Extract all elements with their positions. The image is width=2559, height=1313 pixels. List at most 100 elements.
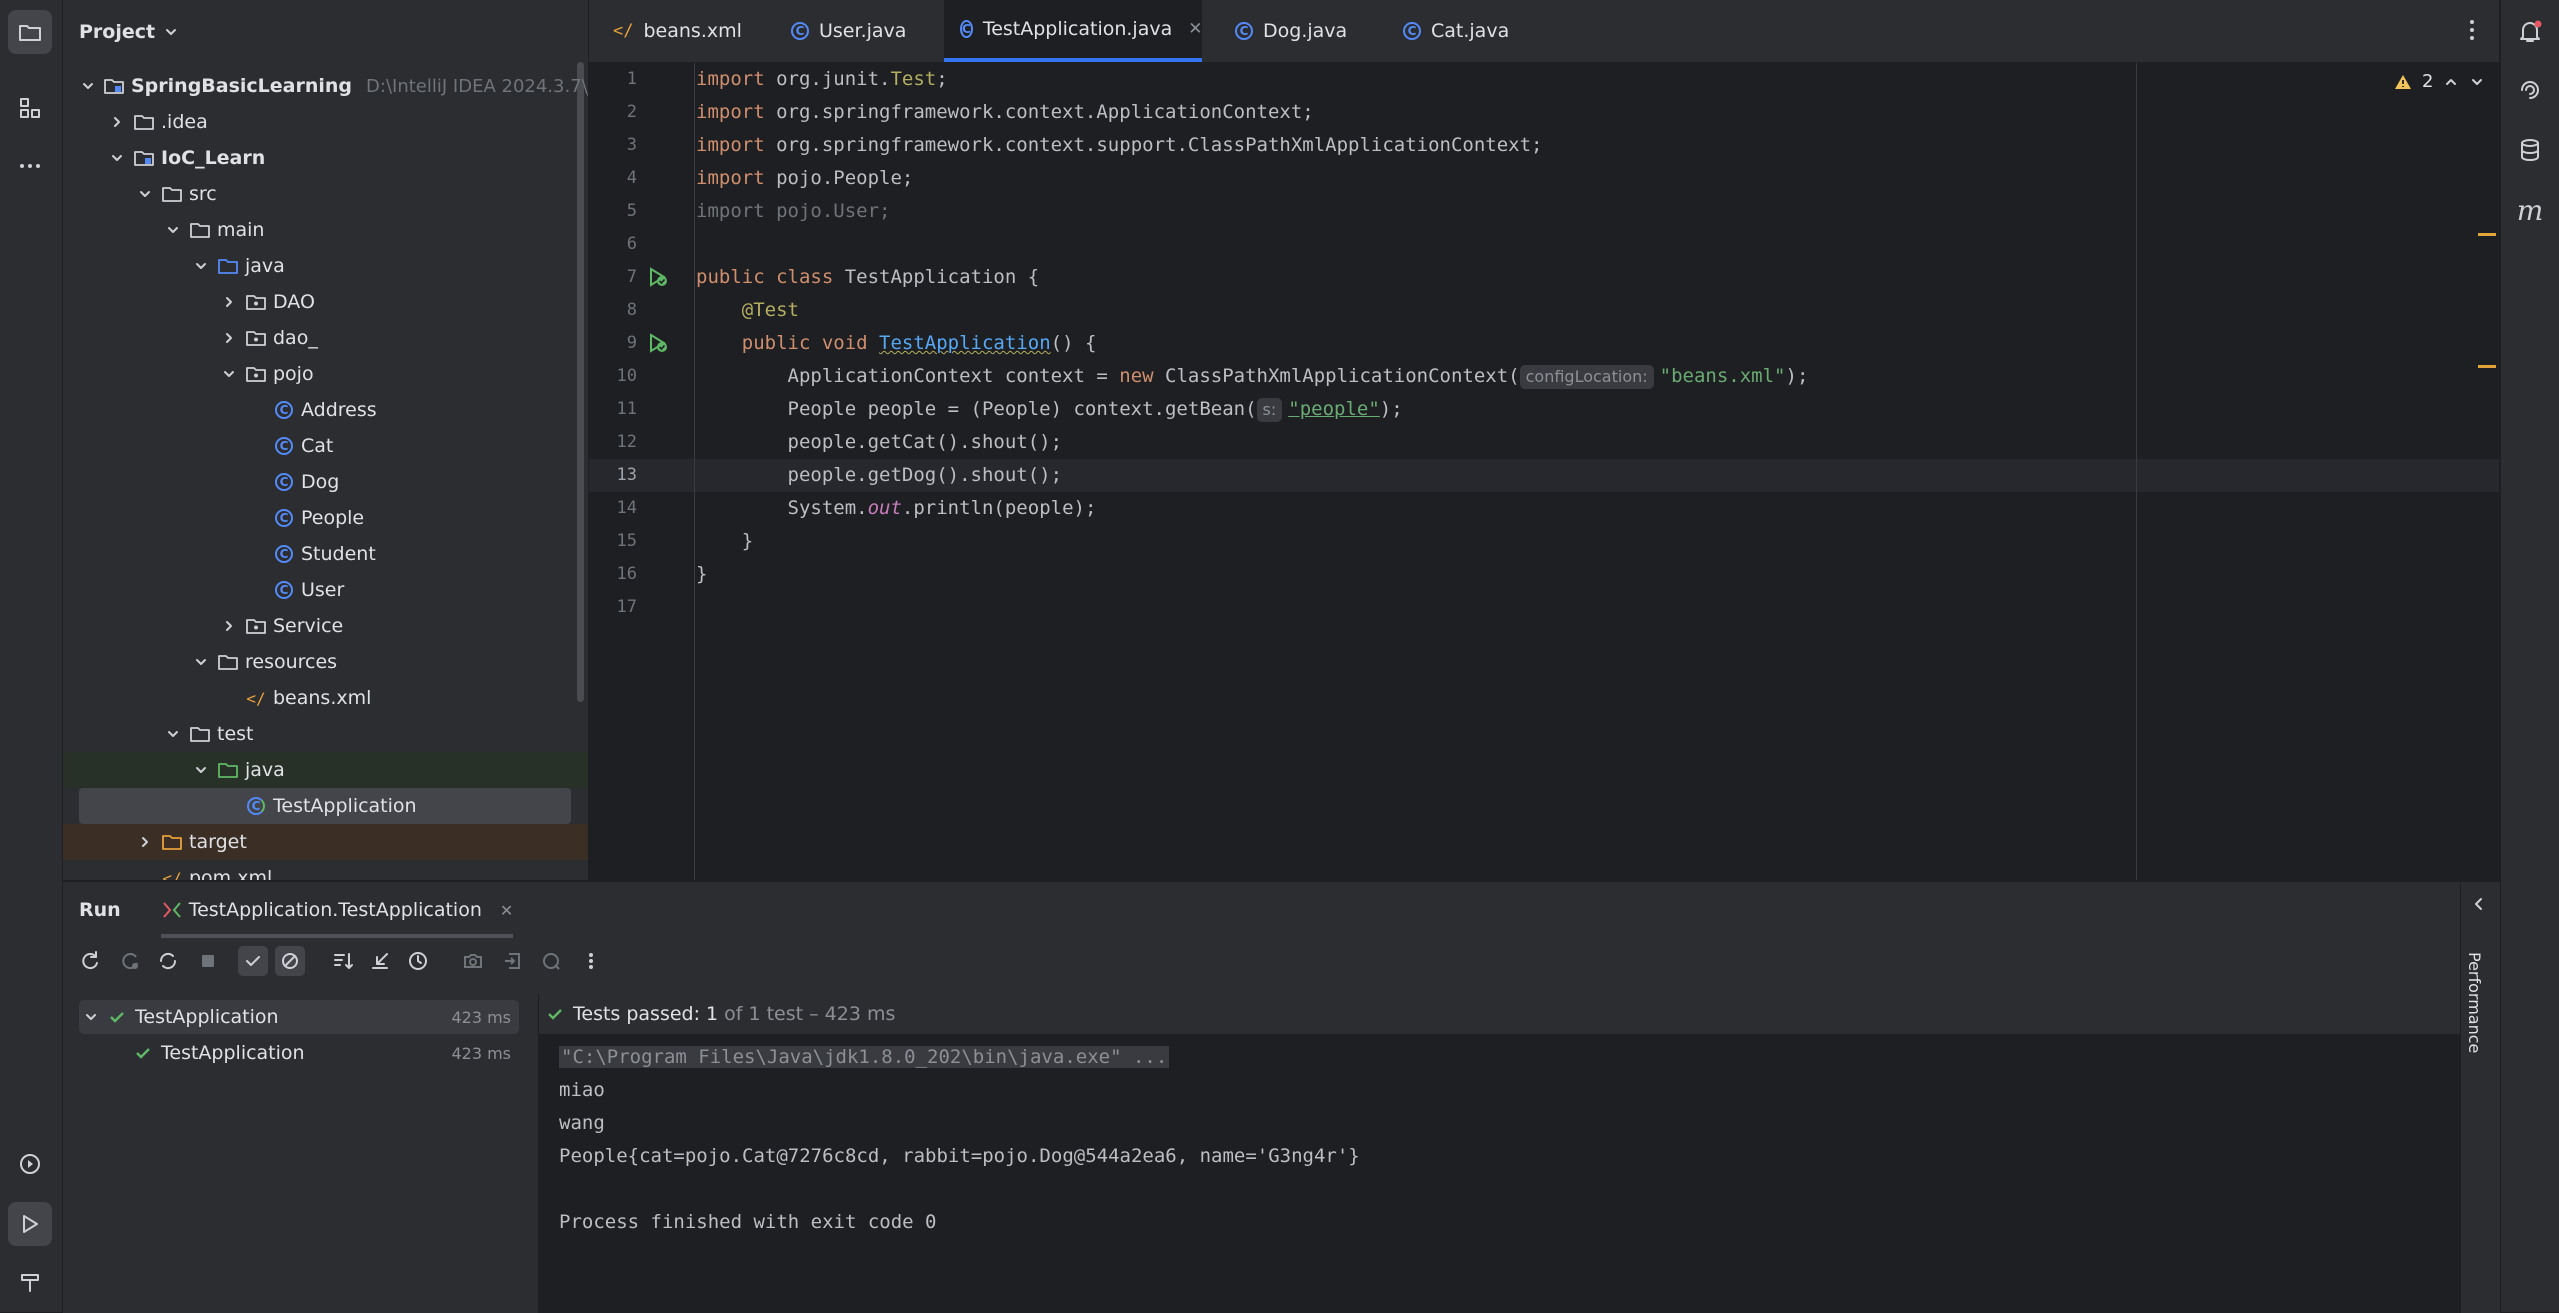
more-tools-button[interactable] bbox=[8, 144, 52, 188]
rerun-failed-button[interactable] bbox=[115, 946, 145, 976]
sort-button[interactable] bbox=[328, 946, 358, 976]
tree-item-src[interactable]: src bbox=[63, 176, 588, 212]
console-output[interactable]: Tests passed: 1 of 1 test – 423 ms "C:\P… bbox=[539, 994, 2499, 1313]
tab-beans-xml[interactable]: </ beans.xml bbox=[597, 0, 758, 62]
chevron-down-icon[interactable] bbox=[109, 151, 125, 165]
code-editor[interactable]: 1 2 3 4 5 6 7 8 9 10 11 12 13 14 15 16 17 2 import org.j… bbox=[589, 63, 2499, 880]
collapse-side-panel-button[interactable] bbox=[2471, 896, 2487, 912]
chevron-down-icon[interactable] bbox=[193, 655, 209, 669]
chevron-right-icon[interactable] bbox=[221, 295, 237, 309]
tree-item-testapplication[interactable]: C TestApplication bbox=[63, 788, 588, 824]
tree-item-label: test bbox=[217, 723, 254, 745]
ai-assistant-button[interactable] bbox=[2508, 68, 2552, 112]
tree-item-label: target bbox=[189, 831, 247, 853]
tree-item-user[interactable]: C User bbox=[63, 572, 588, 608]
chevron-down-icon[interactable] bbox=[193, 259, 209, 273]
tree-item-label: main bbox=[217, 219, 265, 241]
chevron-down-icon[interactable] bbox=[137, 187, 153, 201]
tab-dog-java[interactable]: C Dog.java bbox=[1219, 0, 1363, 62]
chevron-right-icon[interactable] bbox=[221, 331, 237, 345]
chevron-down-icon[interactable] bbox=[221, 367, 237, 381]
close-tab-icon[interactable]: ✕ bbox=[500, 901, 513, 920]
test-status-bar: Tests passed: 1 of 1 test – 423 ms bbox=[539, 994, 2499, 1034]
tree-item-people[interactable]: C People bbox=[63, 500, 588, 536]
xml-icon: </ bbox=[613, 21, 634, 41]
warning-stripe-mark[interactable] bbox=[2478, 233, 2496, 236]
tree-item-label: java bbox=[245, 759, 285, 781]
collapse-button[interactable] bbox=[365, 946, 395, 976]
package-icon bbox=[245, 291, 267, 313]
tree-item-springbasiclearning[interactable]: SpringBasicLearning D:\IntelliJ IDEA 2024… bbox=[63, 68, 588, 104]
tree-item-java[interactable]: java bbox=[63, 248, 588, 284]
tree-item-resources[interactable]: resources bbox=[63, 644, 588, 680]
close-tab-icon[interactable]: ✕ bbox=[1188, 19, 1202, 39]
chevron-down-icon[interactable] bbox=[165, 223, 181, 237]
show-passed-toggle[interactable] bbox=[238, 946, 268, 976]
tree-item-address[interactable]: C Address bbox=[63, 392, 588, 428]
chevron-right-icon[interactable] bbox=[221, 619, 237, 633]
test-method-row[interactable]: TestApplication 423 ms bbox=[79, 1036, 519, 1070]
toggle-auto-test-button[interactable] bbox=[153, 946, 183, 976]
structure-tool-button[interactable] bbox=[8, 86, 52, 130]
tree-item-cat[interactable]: C Cat bbox=[63, 428, 588, 464]
tree-item-label: dao_ bbox=[273, 327, 318, 349]
console-command-line[interactable]: "C:\Program Files\Java\jdk1.8.0_202\bin\… bbox=[559, 1046, 1170, 1068]
run-config-tab[interactable]: TestApplication.TestApplication ✕ bbox=[160, 882, 514, 938]
tab-cat-java[interactable]: C Cat.java bbox=[1387, 0, 1525, 62]
tree-item-dao[interactable]: dao_ bbox=[63, 320, 588, 356]
tree-item-dog[interactable]: C Dog bbox=[63, 464, 588, 500]
more-horizontal-icon bbox=[20, 164, 40, 168]
chevron-down-icon[interactable] bbox=[165, 727, 181, 741]
more-actions-button[interactable] bbox=[576, 946, 606, 976]
line-number: 17 bbox=[616, 597, 637, 617]
coverage-button[interactable] bbox=[537, 946, 567, 976]
run-test-gutter-button[interactable] bbox=[647, 266, 669, 288]
screenshot-button[interactable] bbox=[458, 946, 488, 976]
chevron-right-icon[interactable] bbox=[109, 115, 125, 129]
tree-item-idea[interactable]: .idea bbox=[63, 104, 588, 140]
tree-item-target[interactable]: target bbox=[63, 824, 588, 860]
tree-item-pojo[interactable]: pojo bbox=[63, 356, 588, 392]
tree-item-test[interactable]: test bbox=[63, 716, 588, 752]
tree-item-dao[interactable]: DAO bbox=[63, 284, 588, 320]
warning-stripe-mark[interactable] bbox=[2478, 365, 2496, 368]
tab-options-button[interactable] bbox=[2465, 16, 2479, 44]
chevron-right-icon[interactable] bbox=[137, 835, 153, 849]
tab-testapplication-java[interactable]: C TestApplication.java ✕ bbox=[944, 0, 1203, 62]
run-tool-button[interactable] bbox=[8, 1202, 52, 1246]
passed-check-icon bbox=[136, 1048, 150, 1059]
tree-item-java[interactable]: java bbox=[63, 752, 588, 788]
test-suite-row[interactable]: TestApplication 423 ms bbox=[79, 1000, 519, 1034]
project-tool-button[interactable] bbox=[8, 10, 52, 54]
tree-item-service[interactable]: Service bbox=[63, 608, 588, 644]
show-ignored-toggle[interactable] bbox=[275, 946, 305, 976]
tree-item-main[interactable]: main bbox=[63, 212, 588, 248]
rerun-failed-icon bbox=[122, 953, 138, 970]
inspection-widget[interactable]: 2 bbox=[2394, 71, 2485, 92]
notifications-button[interactable] bbox=[2508, 10, 2552, 54]
passed-check-icon bbox=[548, 1009, 562, 1020]
rerun-button[interactable] bbox=[75, 946, 105, 976]
export-button[interactable] bbox=[498, 946, 528, 976]
run-method-gutter-button[interactable] bbox=[647, 332, 669, 354]
build-tool-button[interactable] bbox=[8, 1260, 52, 1304]
database-button[interactable] bbox=[2508, 128, 2552, 172]
folder-icon bbox=[189, 219, 211, 241]
test-folder-icon bbox=[217, 759, 239, 781]
tree-item-label: .idea bbox=[161, 111, 208, 133]
tree-item-beans-xml[interactable]: </ beans.xml bbox=[63, 680, 588, 716]
tab-user-java[interactable]: C User.java bbox=[775, 0, 922, 62]
chevron-down-icon[interactable] bbox=[81, 79, 95, 93]
chevron-down-icon[interactable] bbox=[193, 763, 209, 777]
performance-tab[interactable]: Performance bbox=[2465, 952, 2484, 1053]
services-tool-button[interactable] bbox=[8, 1142, 52, 1186]
tree-item-pom-xml[interactable]: </ pom.xml bbox=[63, 860, 588, 880]
project-view-selector[interactable]: Project bbox=[79, 0, 179, 64]
history-button[interactable] bbox=[403, 946, 433, 976]
tree-item-label: pojo bbox=[273, 363, 314, 385]
tree-item-ioc-learn[interactable]: IoC_Learn bbox=[63, 140, 588, 176]
tree-item-student[interactable]: C Student bbox=[63, 536, 588, 572]
maven-button[interactable]: m bbox=[2508, 188, 2552, 232]
stop-button[interactable] bbox=[193, 946, 223, 976]
folder-icon bbox=[189, 723, 211, 745]
